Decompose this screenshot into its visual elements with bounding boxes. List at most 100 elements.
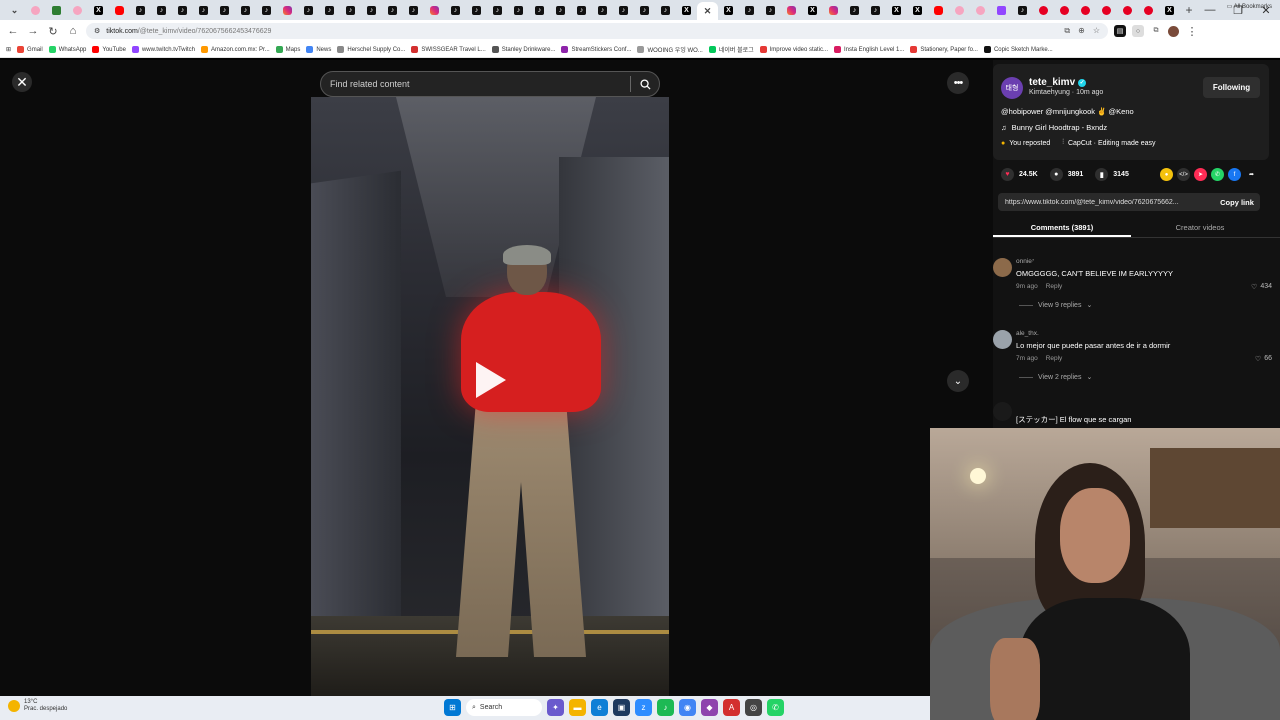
browser-tab[interactable]: X bbox=[718, 2, 739, 18]
browser-tab[interactable] bbox=[823, 2, 844, 18]
embed-icon[interactable]: </> bbox=[1177, 168, 1190, 181]
browser-tab[interactable]: ♪ bbox=[592, 2, 613, 18]
copy-link-button[interactable]: Copy link bbox=[1214, 198, 1260, 207]
browser-tab[interactable]: X bbox=[1159, 2, 1180, 18]
bookmark-item[interactable]: Copic Sketch Marke... bbox=[983, 46, 1053, 53]
extension-icon[interactable]: ○ bbox=[1132, 25, 1144, 37]
app-icon[interactable]: ◆ bbox=[701, 699, 718, 716]
browser-tab[interactable]: ♪ bbox=[235, 2, 256, 18]
reload-icon[interactable]: ↻ bbox=[46, 24, 60, 38]
reply-button[interactable]: Reply bbox=[1046, 355, 1063, 362]
browser-tab[interactable] bbox=[1054, 2, 1075, 18]
apps-grid-icon[interactable]: ⊞ bbox=[6, 46, 11, 53]
comment-stat[interactable]: ● 3891 bbox=[1049, 168, 1083, 181]
commenter-username[interactable]: onnie⁷ bbox=[1016, 258, 1034, 265]
bookmark-item[interactable]: Insta English Level 1... bbox=[834, 46, 904, 53]
browser-tab[interactable]: ♪ bbox=[613, 2, 634, 18]
browser-tab[interactable]: ♪ bbox=[319, 2, 340, 18]
browser-tab[interactable]: ✕ bbox=[697, 2, 718, 20]
play-icon[interactable] bbox=[476, 362, 506, 398]
browser-tab[interactable]: X bbox=[886, 2, 907, 18]
browser-tab[interactable] bbox=[970, 2, 991, 18]
install-icon[interactable]: ⧉ bbox=[1064, 26, 1070, 36]
bookmark-item[interactable]: Improve video static... bbox=[759, 46, 828, 53]
browser-tab[interactable]: ♪ bbox=[529, 2, 550, 18]
bookmark-item[interactable]: YouTube bbox=[92, 46, 126, 53]
following-button[interactable]: Following bbox=[1203, 77, 1260, 98]
creator-username[interactable]: tete_kimv ✓ bbox=[1029, 77, 1087, 88]
all-bookmarks[interactable]: ▭ All Bookmarks bbox=[1227, 3, 1272, 10]
save-stat[interactable]: ▮ 3145 bbox=[1095, 168, 1129, 181]
browser-tab[interactable] bbox=[109, 2, 130, 18]
tab-comments[interactable]: Comments (3891) bbox=[993, 218, 1131, 237]
reply-button[interactable]: Reply bbox=[1046, 283, 1063, 290]
bookmark-item[interactable]: WOOING 우잉 WO... bbox=[637, 45, 703, 54]
bookmark-item[interactable]: www.twitch.tvTwitch bbox=[131, 46, 195, 53]
bookmark-item[interactable]: WhatsApp bbox=[48, 46, 86, 53]
browser-tab[interactable] bbox=[25, 2, 46, 18]
commenter-avatar[interactable] bbox=[993, 258, 1012, 277]
spotify-icon[interactable]: ♪ bbox=[657, 699, 674, 716]
browser-tab[interactable]: ♪ bbox=[298, 2, 319, 18]
browser-tab[interactable] bbox=[67, 2, 88, 18]
view-replies-button[interactable]: View 9 replies ⌄ bbox=[1019, 301, 1092, 309]
menu-icon[interactable]: ⋮ bbox=[1185, 24, 1199, 38]
taskbar-search[interactable]: ⌕ Search bbox=[466, 699, 542, 716]
facebook-icon[interactable]: f bbox=[1228, 168, 1241, 181]
browser-tab[interactable]: ♪ bbox=[739, 2, 760, 18]
share-arrow-icon[interactable]: ➦ bbox=[1245, 168, 1258, 181]
minimize-button[interactable]: — bbox=[1196, 4, 1224, 16]
comment-like[interactable]: ♡ 434 bbox=[1251, 283, 1272, 291]
tab-creator-videos[interactable]: Creator videos bbox=[1131, 218, 1269, 237]
browser-tab[interactable] bbox=[1033, 2, 1054, 18]
bookmark-item[interactable]: Stanley Drinkware... bbox=[491, 46, 555, 53]
commenter-avatar[interactable] bbox=[993, 330, 1012, 349]
address-bar[interactable]: ⚙ tiktok.com/@tete_kimv/video/7620675662… bbox=[86, 23, 1108, 39]
bookmark-item[interactable]: SWISSGEAR Travel L... bbox=[411, 46, 486, 53]
coin-icon[interactable]: ● bbox=[1160, 168, 1173, 181]
edge-icon[interactable]: e bbox=[591, 699, 608, 716]
capcut-label[interactable]: CapCut · Editing made easy bbox=[1068, 140, 1156, 147]
home-icon[interactable]: ⌂ bbox=[66, 24, 80, 38]
browser-tab[interactable]: ⌄ bbox=[4, 2, 25, 18]
browser-tab[interactable] bbox=[949, 2, 970, 18]
browser-tab[interactable] bbox=[424, 2, 445, 18]
comment-like[interactable]: ♡ 66 bbox=[1255, 355, 1272, 363]
windows-start-icon[interactable]: ⊞ bbox=[444, 699, 461, 716]
browser-tab[interactable]: ♪ bbox=[655, 2, 676, 18]
commenter-avatar[interactable] bbox=[993, 402, 1012, 421]
send-icon[interactable]: ➤ bbox=[1194, 168, 1207, 181]
browser-tab[interactable]: ♪ bbox=[151, 2, 172, 18]
video-player[interactable] bbox=[311, 97, 669, 696]
copilot-icon[interactable]: ✦ bbox=[547, 699, 564, 716]
bookmark-item[interactable]: Gmail bbox=[17, 46, 43, 53]
browser-tab[interactable]: ♪ bbox=[193, 2, 214, 18]
extensions-puzzle-icon[interactable]: ⧉ bbox=[1150, 25, 1162, 37]
browser-tab[interactable]: ♪ bbox=[403, 2, 424, 18]
bookmark-item[interactable]: 네이버 블로그 bbox=[708, 45, 754, 54]
whatsapp-taskbar-icon[interactable]: ✆ bbox=[767, 699, 784, 716]
browser-tab[interactable]: ♪ bbox=[508, 2, 529, 18]
obs-icon[interactable]: ◎ bbox=[745, 699, 762, 716]
close-viewer-button[interactable]: ✕ bbox=[12, 72, 32, 92]
browser-tab[interactable]: X bbox=[802, 2, 823, 18]
search-input[interactable]: Find related content bbox=[320, 71, 660, 97]
browser-tab[interactable]: ♪ bbox=[571, 2, 592, 18]
zoom-icon[interactable]: ⊕ bbox=[1078, 26, 1085, 36]
more-options-button[interactable]: ••• bbox=[947, 72, 969, 94]
next-video-button[interactable]: ⌄ bbox=[947, 370, 969, 392]
browser-tab[interactable]: ♪ bbox=[214, 2, 235, 18]
browser-tab[interactable]: X bbox=[676, 2, 697, 18]
browser-tab[interactable]: X bbox=[907, 2, 928, 18]
browser-tab[interactable]: ♪ bbox=[130, 2, 151, 18]
browser-tab[interactable] bbox=[46, 2, 67, 18]
browser-tab[interactable] bbox=[1138, 2, 1159, 18]
browser-tab[interactable]: ♪ bbox=[865, 2, 886, 18]
browser-tab[interactable] bbox=[991, 2, 1012, 18]
bookmark-item[interactable]: Herschel Supply Co... bbox=[337, 46, 405, 53]
bookmark-item[interactable]: StreamStickers Conf... bbox=[561, 46, 631, 53]
chrome-icon[interactable]: ◉ bbox=[679, 699, 696, 716]
browser-tab[interactable] bbox=[781, 2, 802, 18]
weather-widget[interactable]: 13°C Prac. despejado bbox=[8, 699, 67, 713]
profile-avatar[interactable] bbox=[1168, 25, 1179, 37]
